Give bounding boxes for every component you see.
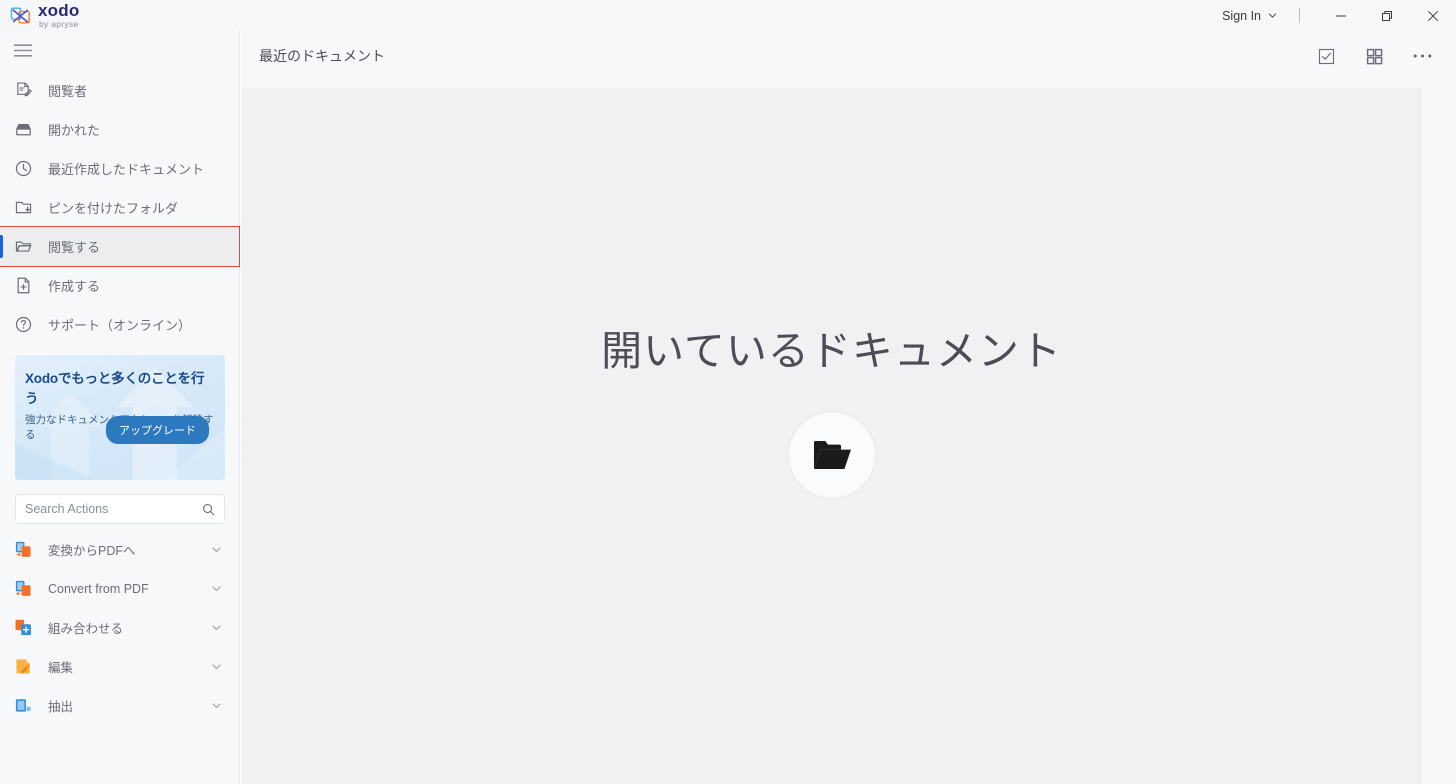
close-button[interactable] [1410, 0, 1456, 31]
sidebar-item-label: 作成する [48, 279, 101, 294]
search-input[interactable] [25, 502, 202, 516]
hamburger-menu-icon [14, 43, 32, 57]
sidebar-item-label: 閲覧する [48, 240, 101, 255]
action-edit[interactable]: 編集 [0, 647, 239, 686]
sidebar-nav-list: 閲覧者 開かれた 最近作成したドキュメント ピンを付けたフォルダ 閲覧する 作成… [0, 69, 240, 344]
logo-subtitle: by apryse [39, 19, 79, 30]
search-icon [203, 503, 215, 515]
main-header: 最近のドキュメント [241, 31, 1456, 81]
sidebar-item-viewer[interactable]: 閲覧者 [0, 71, 239, 110]
action-convert-from-pdf[interactable]: Convert from PDF [0, 569, 239, 608]
grid-view-button[interactable] [1350, 34, 1398, 78]
title-bar: xodo by apryse Sign In [0, 0, 1456, 31]
sidebar-item-recent[interactable]: 最近作成したドキュメント [0, 149, 239, 188]
xodo-logo-icon [10, 7, 30, 24]
edit-pencil-icon [16, 659, 30, 674]
folder-pin-icon [15, 201, 32, 214]
sidebar-item-label: ピンを付けたフォルダ [48, 201, 179, 216]
upgrade-promo-card: Xodoでもっと多くのことを行う 強力なドキュメントアクションを解除する アップ… [15, 355, 225, 480]
sidebar-item-pinned-folders[interactable]: ピンを付けたフォルダ [0, 188, 239, 227]
sidebar-item-support[interactable]: サポート（オンライン） [0, 305, 239, 344]
chevron-down-icon [212, 586, 221, 592]
document-plus-icon [17, 277, 30, 294]
more-options-button[interactable] [1398, 34, 1446, 78]
sidebar-item-create[interactable]: 作成する [0, 266, 239, 305]
title-bar-right: Sign In [1212, 0, 1456, 31]
action-label: 変換からPDFへ [48, 544, 136, 558]
chevron-down-icon [212, 547, 221, 553]
empty-state-title: 開いているドキュメント [601, 328, 1062, 374]
action-label: Convert from PDF [48, 581, 149, 596]
help-circle-icon [15, 316, 32, 333]
action-label: 抽出 [48, 700, 74, 714]
chevron-down-icon [212, 625, 221, 631]
sidebar-item-browse[interactable]: 閲覧する [0, 226, 240, 267]
empty-state: 開いているドキュメント [241, 88, 1422, 728]
convert-from-pdf-icon [15, 580, 31, 596]
open-folder-icon [15, 241, 32, 252]
sidebar: 閲覧者 開かれた 最近作成したドキュメント ピンを付けたフォルダ 閲覧する 作成… [0, 31, 240, 784]
close-icon [1427, 10, 1439, 21]
menu-toggle-button[interactable] [14, 43, 32, 57]
open-box-icon [16, 123, 31, 136]
extract-icon [15, 699, 31, 712]
documents-content-card: 開いているドキュメント [241, 88, 1422, 784]
sidebar-toggle-row [0, 31, 239, 69]
logo-wordmark: xodo [38, 1, 80, 21]
app-window: xodo by apryse Sign In 閲覧者 開かれた 最近作成したドキ… [0, 0, 1456, 784]
action-extract[interactable]: 抽出 [0, 686, 239, 725]
sign-in-button[interactable]: Sign In [1212, 0, 1287, 31]
combine-icon [15, 619, 31, 636]
grid-view-icon [1366, 48, 1382, 64]
restore-button[interactable] [1364, 0, 1410, 31]
open-document-button[interactable] [787, 411, 876, 499]
chevron-down-icon [212, 703, 221, 709]
sidebar-item-label: 最近作成したドキュメント [48, 162, 205, 177]
restore-icon [1382, 10, 1392, 21]
open-folder-icon [813, 441, 851, 469]
sidebar-item-opened[interactable]: 開かれた [0, 110, 239, 149]
action-convert-to-pdf[interactable]: 変換からPDFへ [0, 530, 239, 569]
sidebar-item-label: 閲覧者 [48, 84, 88, 99]
clock-icon [15, 160, 32, 177]
action-label: 組み合わせる [48, 622, 124, 636]
action-label: 編集 [48, 661, 74, 675]
chevron-down-icon [212, 664, 221, 670]
convert-to-pdf-icon [15, 541, 31, 557]
page-title: 最近のドキュメント [259, 48, 385, 64]
action-combine[interactable]: 組み合わせる [0, 608, 239, 647]
minimize-icon [1336, 15, 1346, 16]
main-panel: 最近のドキュメント 開いているドキュメント [241, 31, 1456, 784]
search-actions-box[interactable] [15, 494, 225, 524]
select-checkbox-icon [1318, 48, 1334, 64]
sign-in-label: Sign In [1222, 8, 1261, 23]
sidebar-item-label: 開かれた [48, 123, 101, 138]
title-bar-divider [1299, 8, 1300, 23]
promo-title: Xodoでもっと多くのことを行う [25, 371, 205, 406]
actions-list: 変換からPDFへ Convert from PDF 組み合わせる 編集 抽出 [0, 530, 239, 725]
document-edit-icon [17, 82, 32, 97]
upgrade-button[interactable]: アップグレード [106, 416, 209, 444]
minimize-button[interactable] [1318, 0, 1364, 31]
header-toolbar [1302, 34, 1456, 78]
chevron-down-icon [1268, 13, 1277, 18]
app-logo: xodo by apryse [0, 0, 79, 31]
more-options-icon [1413, 54, 1431, 58]
select-mode-button[interactable] [1302, 34, 1350, 78]
sidebar-item-label: サポート（オンライン） [48, 318, 192, 333]
